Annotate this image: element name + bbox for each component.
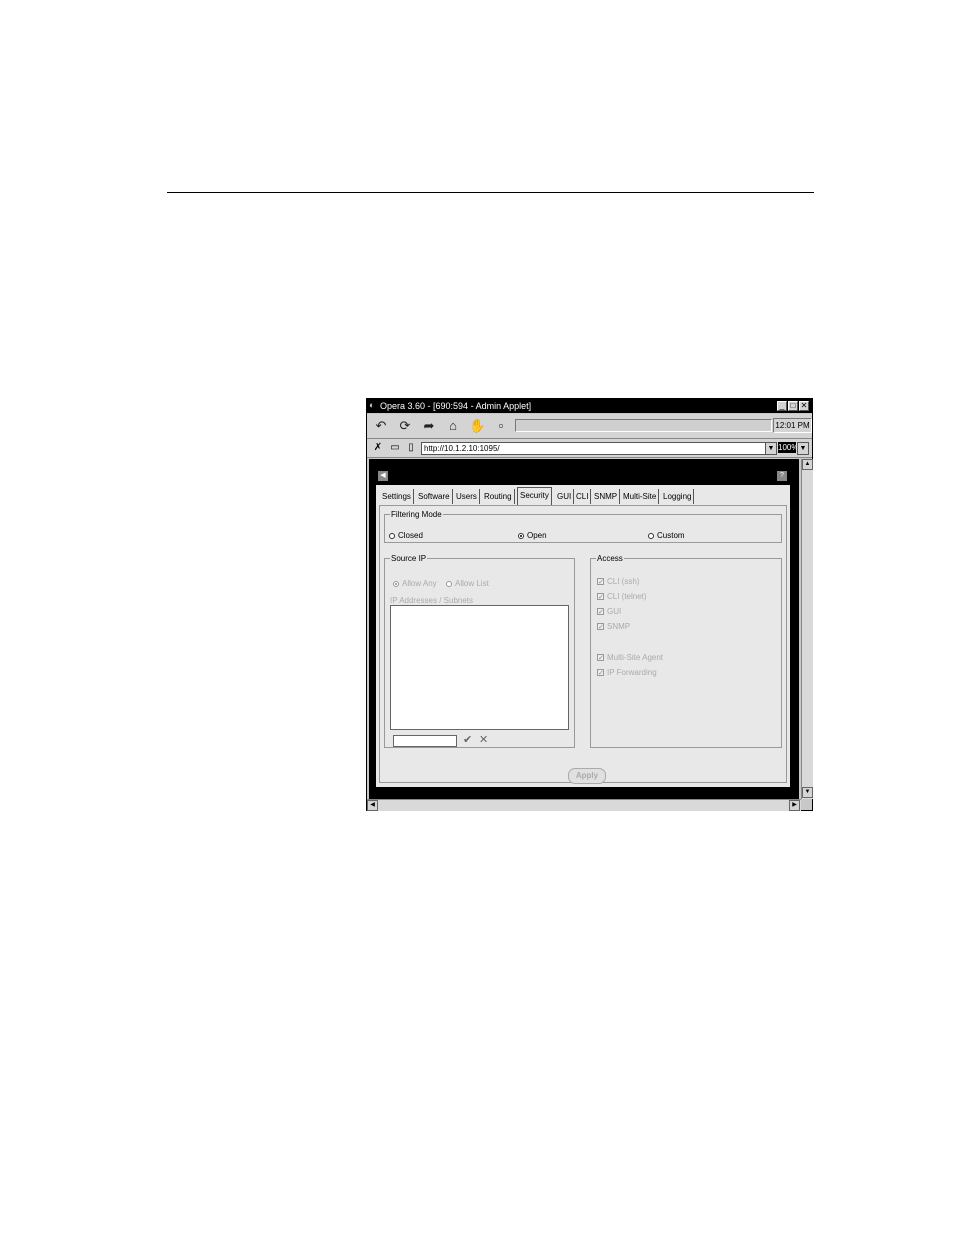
check-cli-ssh-label: CLI (ssh)	[607, 577, 640, 586]
tab-settings[interactable]: Settings	[380, 489, 414, 504]
scroll-down-icon[interactable]: ▼	[802, 787, 813, 798]
radio-open-indicator	[518, 532, 524, 539]
radio-custom-label: Custom	[657, 531, 685, 540]
page-rule	[167, 192, 814, 193]
source-ip-legend: Source IP	[391, 554, 427, 563]
check-ip-forwarding[interactable]: ✓ IP Forwarding	[597, 668, 657, 678]
tab-users[interactable]: Users	[454, 489, 480, 504]
tab-multi-site[interactable]: Multi-Site	[621, 489, 660, 504]
filtering-mode-group: Filtering Mode Closed Open Custom	[384, 510, 782, 543]
checkmark-icon[interactable]: ✔	[463, 734, 474, 746]
page-icon[interactable]: ▯	[405, 442, 417, 454]
radio-closed-indicator	[389, 532, 395, 539]
maximize-button[interactable]: □	[788, 401, 798, 411]
scroll-left-icon[interactable]: ◀	[367, 800, 378, 811]
radio-custom-indicator	[648, 532, 654, 539]
horizontal-scrollbar[interactable]: ◀ ▶	[367, 799, 801, 811]
tab-gui[interactable]: GUI	[555, 489, 575, 504]
tab-cli[interactable]: CLI	[574, 489, 592, 504]
check-gui-label: GUI	[607, 607, 622, 616]
check-multi-site-agent-label: Multi-Site Agent	[607, 653, 664, 662]
tab-software[interactable]: Software	[416, 489, 453, 504]
radio-allow-list-label: Allow List	[455, 579, 489, 588]
tab-routing[interactable]: Routing	[482, 489, 515, 504]
radio-allow-any-indicator	[393, 580, 399, 587]
radio-open[interactable]: Open	[518, 531, 547, 541]
minimize-button[interactable]: _	[777, 401, 787, 411]
filtering-mode-legend: Filtering Mode	[391, 510, 442, 519]
tab-security[interactable]: Security	[517, 487, 552, 506]
check-cli-telnet[interactable]: ✓ CLI (telnet)	[597, 592, 647, 602]
check-ip-forwarding-box: ✓	[597, 669, 604, 678]
check-multi-site-agent[interactable]: ✓ Multi-Site Agent	[597, 653, 663, 663]
check-gui-box: ✓	[597, 608, 604, 617]
radio-open-label: Open	[527, 531, 547, 540]
browser-window: ◐ Opera 3.60 - [690:594 - Admin Applet] …	[366, 398, 813, 811]
access-group: Access ✓ CLI (ssh) ✓ CLI (telnet) ✓ GUI ✓ SN…	[590, 554, 782, 748]
radio-allow-list[interactable]: Allow List	[446, 579, 489, 589]
check-cli-ssh-box: ✓	[597, 578, 604, 587]
radio-closed-label: Closed	[398, 531, 423, 540]
source-ip-group: Source IP Allow Any Allow List IP Addres…	[384, 554, 575, 748]
home-icon[interactable]: ⌂	[445, 418, 461, 434]
check-snmp-label: SNMP	[607, 622, 631, 631]
stop-icon[interactable]: ▫	[493, 418, 509, 434]
radio-allow-any[interactable]: Allow Any	[393, 579, 437, 589]
help-icon[interactable]: ?	[777, 471, 787, 481]
window-icon[interactable]: ▭	[389, 442, 401, 454]
ip-list-label: IP Addresses / Subnets	[390, 596, 474, 605]
check-multi-site-agent-box: ✓	[597, 654, 604, 663]
url-input[interactable]: http://10.1.2.10:1095/	[421, 442, 767, 455]
admin-panel: Settings Software Users Routing Security…	[376, 485, 790, 787]
check-snmp[interactable]: ✓ SNMP	[597, 622, 630, 632]
radio-allow-list-indicator	[446, 580, 452, 587]
radio-custom[interactable]: Custom	[648, 531, 685, 541]
applet-back-icon[interactable]: ◀	[378, 471, 388, 481]
title-bar[interactable]: ◐ Opera 3.60 - [690:594 - Admin Applet] …	[367, 399, 812, 413]
vertical-scrollbar[interactable]: ▲ ▼	[801, 459, 813, 799]
hotlist-icon[interactable]: ✋	[469, 418, 485, 434]
access-legend: Access	[597, 554, 623, 563]
close-button[interactable]: ✕	[799, 401, 809, 411]
radio-closed[interactable]: Closed	[389, 531, 423, 541]
delete-icon[interactable]: ✕	[479, 734, 490, 746]
clock: 12:01 PM	[773, 418, 812, 433]
zoom-field[interactable]: 100%	[778, 442, 798, 453]
check-ip-forwarding-label: IP Forwarding	[607, 668, 657, 677]
check-cli-telnet-box: ✓	[597, 593, 604, 602]
reload-icon[interactable]: ⟳	[397, 418, 413, 434]
back-icon[interactable]: ↶	[373, 418, 389, 434]
forward-icon[interactable]: ➦	[421, 418, 437, 434]
window-title: Opera 3.60 - [690:594 - Admin Applet]	[380, 401, 532, 411]
url-dropdown-button[interactable]: ▼	[765, 442, 777, 455]
opera-logo-icon: ◐	[369, 400, 375, 410]
content-area: ◀ ? Settings Software Users Routing Secu…	[369, 459, 799, 799]
scroll-up-icon[interactable]: ▲	[802, 459, 813, 470]
images-toggle-icon[interactable]: ✗	[372, 442, 384, 454]
radio-allow-any-label: Allow Any	[402, 579, 437, 588]
check-gui[interactable]: ✓ GUI	[597, 607, 621, 617]
tab-logging[interactable]: Logging	[661, 489, 695, 504]
check-cli-telnet-label: CLI (telnet)	[607, 592, 647, 601]
check-snmp-box: ✓	[597, 623, 604, 632]
tab-snmp[interactable]: SNMP	[592, 489, 621, 504]
apply-button[interactable]: Apply	[568, 768, 606, 784]
scroll-right-icon[interactable]: ▶	[789, 800, 800, 811]
check-cli-ssh[interactable]: ✓ CLI (ssh)	[597, 577, 639, 587]
progress-bar	[515, 419, 772, 432]
address-bar: ✗ ▭ ▯ http://10.1.2.10:1095/ ▼ 100% ▼	[367, 439, 812, 458]
ip-address-input[interactable]	[393, 735, 457, 747]
zoom-dropdown-button[interactable]: ▼	[797, 442, 809, 455]
ip-address-list[interactable]	[390, 605, 569, 730]
toolbar: ↶ ⟳ ➦ ⌂ ✋ ▫ 12:01 PM	[367, 414, 812, 439]
security-page: Filtering Mode Closed Open Custom Source…	[379, 505, 787, 784]
